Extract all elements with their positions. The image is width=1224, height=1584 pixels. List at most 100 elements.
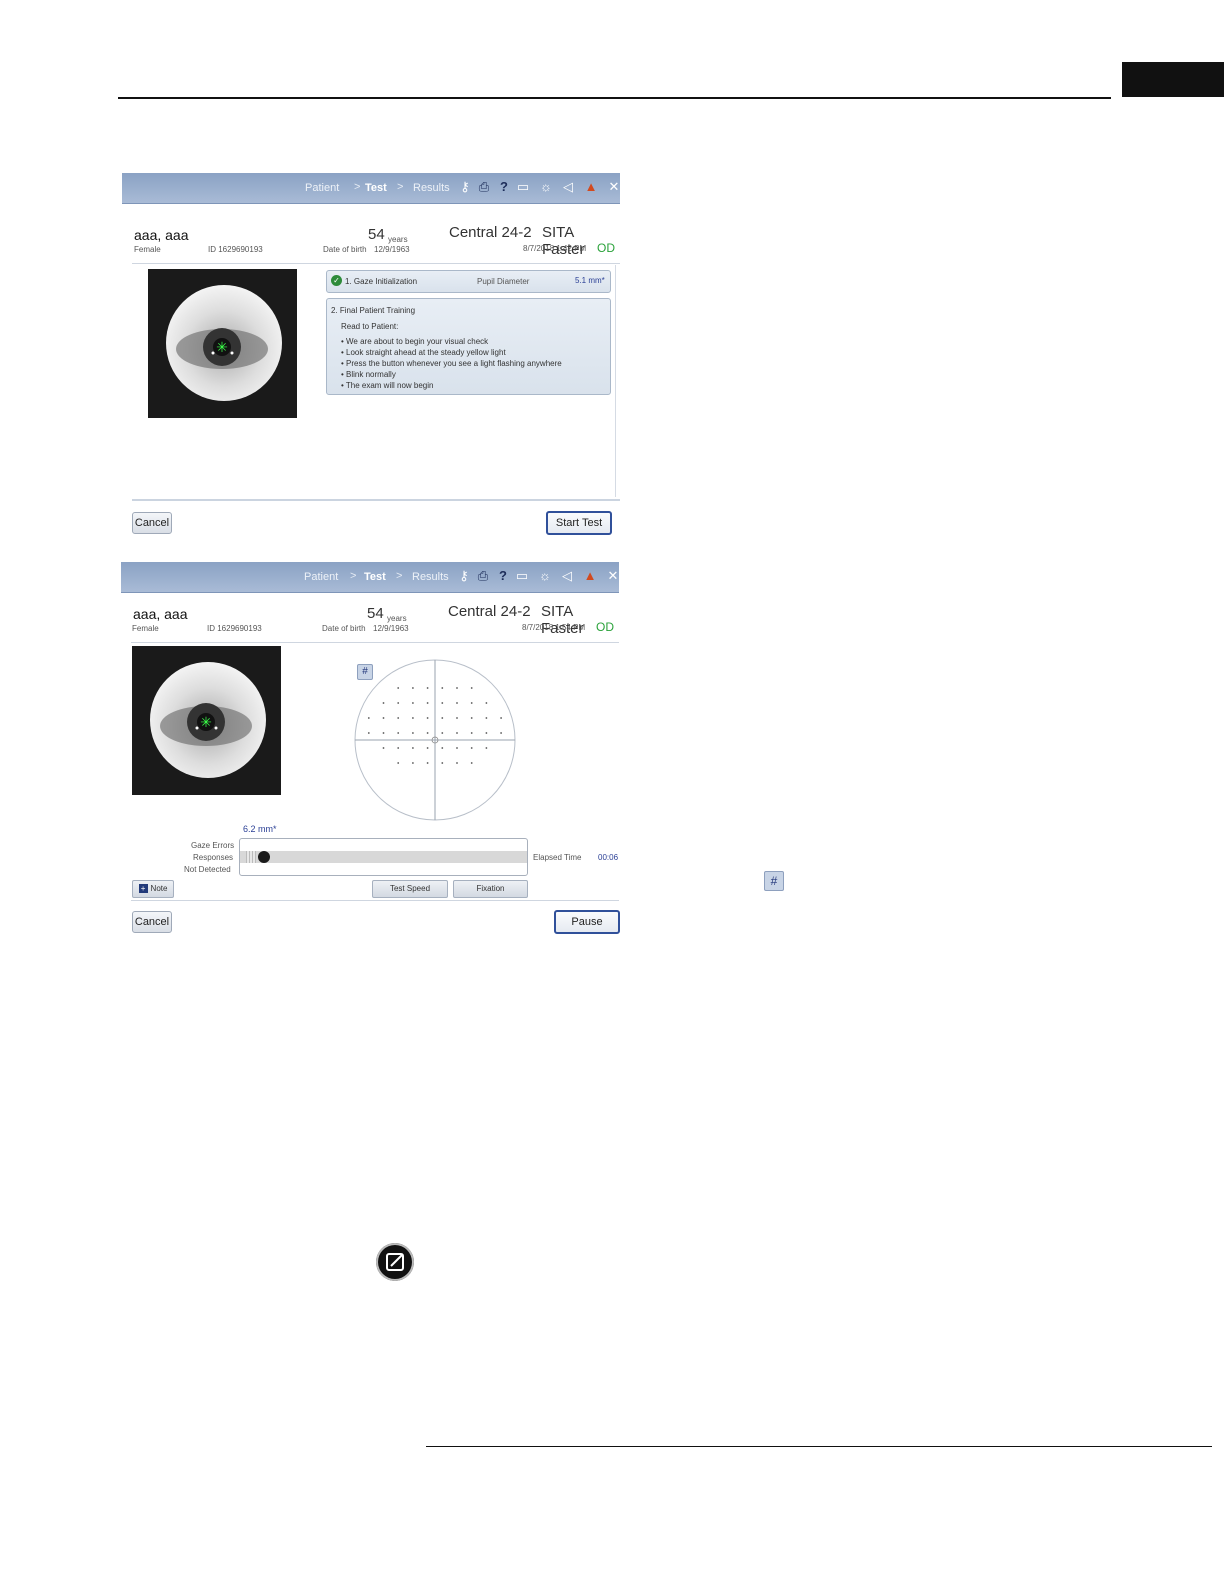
patient-age: 54: [367, 605, 384, 622]
close-icon[interactable]: ✕: [605, 568, 621, 584]
close-icon[interactable]: ✕: [606, 179, 622, 195]
age-unit: years: [388, 235, 408, 244]
test-point: [456, 717, 458, 719]
responses-track: [240, 851, 527, 863]
footer-separator: [132, 499, 620, 501]
svg-text:✳: ✳: [200, 715, 212, 731]
training-read-label: Read to Patient:: [341, 322, 399, 331]
test-point: [412, 762, 414, 764]
chapter-tab: [1122, 62, 1224, 97]
alert-icon[interactable]: ▲: [583, 179, 599, 194]
footer-rule: [426, 1446, 1212, 1447]
nav-separator: >: [354, 181, 361, 193]
gaze-step-label: 1. Gaze Initialization: [345, 277, 418, 286]
test-point: [397, 717, 400, 719]
note-button[interactable]: + Note: [132, 880, 174, 898]
test-point: [470, 732, 473, 734]
response-ticks: [246, 851, 256, 863]
test-speed-button[interactable]: Test Speed: [372, 880, 448, 898]
patient-gender: Female: [132, 624, 159, 633]
test-point: [456, 762, 458, 764]
test-point: [456, 702, 458, 704]
test-point: [456, 747, 458, 749]
printer-icon[interactable]: ⎙: [476, 179, 492, 195]
test-name: Central 24-2: [448, 603, 531, 620]
test-point: [426, 762, 429, 764]
test-point: [382, 702, 385, 704]
eye-camera-image: ✳: [132, 646, 281, 795]
test-point: [441, 717, 444, 719]
test-point: [441, 687, 444, 689]
patient-training-panel: 2. Final Patient Training Read to Patien…: [326, 298, 611, 395]
test-point: [412, 717, 414, 719]
key-icon[interactable]: ⚷: [457, 179, 473, 195]
test-point: [456, 732, 458, 734]
eye-image-graphic: ✳: [166, 285, 282, 401]
screenshot-test-running: Patient > Test > Results ⚷ ⎙ ? ▭ ☼ ◁ ▲ ✕…: [121, 562, 620, 938]
plus-icon: +: [138, 884, 148, 894]
test-point: [397, 687, 400, 689]
gaze-errors-label: Gaze Errors: [191, 841, 235, 850]
nav-results[interactable]: Results: [413, 182, 450, 194]
pupil-diameter-value: 6.2 mm*: [243, 824, 277, 834]
alert-icon[interactable]: ▲: [582, 568, 598, 583]
test-point: [441, 732, 444, 734]
key-icon[interactable]: ⚷: [456, 568, 472, 584]
test-point: [426, 747, 429, 749]
eye-label: OD: [596, 620, 614, 634]
start-test-button[interactable]: Start Test: [546, 511, 612, 535]
speaker-icon[interactable]: ◁: [560, 179, 576, 195]
patient-name: aaa, aaa: [133, 606, 188, 622]
cancel-button[interactable]: Cancel: [132, 512, 172, 534]
test-point: [412, 732, 414, 734]
help-icon[interactable]: ?: [496, 179, 512, 194]
patient-id: ID 1629690193: [208, 245, 263, 254]
pupil-diameter-label: Pupil Diameter: [477, 277, 530, 286]
screenshot-start-test: Patient > Test > Results ⚷ ⎙ ? ▭ ☼ ◁ ▲ ✕…: [122, 173, 620, 538]
cancel-button[interactable]: Cancel: [132, 911, 172, 933]
test-point: [397, 702, 400, 704]
patient-age: 54: [368, 226, 385, 243]
nav-test[interactable]: Test: [365, 182, 387, 194]
nav-separator: >: [350, 570, 357, 582]
eye-camera-image: ✳: [148, 269, 297, 418]
test-datetime: 8/7/2018 1:54 PM: [522, 623, 586, 632]
test-point: [397, 732, 400, 734]
brightness-icon[interactable]: ☼: [537, 568, 553, 583]
top-nav-bar: Patient > Test > Results ⚷ ⎙ ? ▭ ☼ ◁ ▲ ✕: [121, 562, 619, 593]
nav-test[interactable]: Test: [364, 571, 386, 583]
training-bullet: • Blink normally: [341, 370, 396, 379]
speaker-icon[interactable]: ◁: [559, 568, 575, 584]
test-point: [426, 732, 429, 734]
dob-label: Date of birth: [322, 624, 366, 633]
test-point: [397, 747, 400, 749]
nav-results[interactable]: Results: [412, 571, 449, 583]
monitor-icon[interactable]: ▭: [515, 179, 531, 195]
content-right-border: [615, 265, 616, 497]
nav-patient[interactable]: Patient: [305, 182, 339, 194]
monitor-icon[interactable]: ▭: [514, 568, 530, 584]
test-point: [412, 687, 414, 689]
brightness-icon[interactable]: ☼: [538, 179, 554, 194]
patient-gender: Female: [134, 245, 161, 254]
eye-image-graphic: ✳: [150, 662, 266, 778]
training-bullet: • Look straight ahead at the steady yell…: [341, 348, 506, 357]
footer-separator: [131, 900, 619, 901]
test-point: [470, 747, 473, 749]
pause-button[interactable]: Pause: [554, 910, 620, 934]
test-point: [470, 687, 473, 689]
fixation-button[interactable]: Fixation: [453, 880, 528, 898]
help-icon[interactable]: ?: [495, 568, 511, 583]
test-point: [485, 747, 488, 749]
test-point: [382, 732, 385, 734]
nav-separator: >: [396, 570, 403, 582]
printer-icon[interactable]: ⎙: [475, 568, 491, 584]
test-point: [470, 762, 473, 764]
not-detected-label: Not Detected: [184, 865, 231, 874]
dob-value: 12/9/1963: [373, 624, 409, 633]
elapsed-time-value: 00:06: [598, 853, 619, 862]
progress-panel: [239, 838, 528, 876]
test-point: [441, 762, 444, 764]
test-point: [412, 702, 414, 704]
nav-patient[interactable]: Patient: [304, 571, 338, 583]
